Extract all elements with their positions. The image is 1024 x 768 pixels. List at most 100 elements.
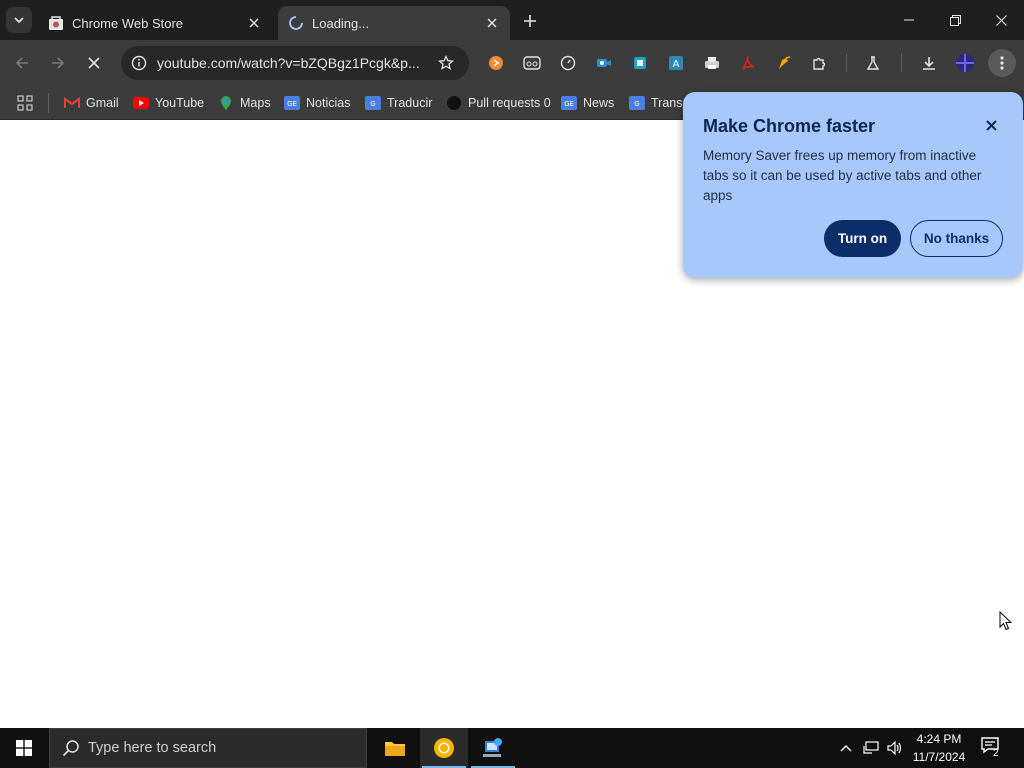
translate-icon: G	[365, 95, 381, 111]
bookmark-youtube[interactable]: YouTube	[133, 92, 204, 114]
show-hidden-icons-button[interactable]	[836, 728, 856, 768]
close-icon	[985, 119, 997, 131]
extension-speedometer-icon[interactable]	[557, 52, 579, 74]
extension-font-icon[interactable]: A	[665, 52, 687, 74]
chrome-taskbar-button[interactable]	[420, 728, 468, 768]
forward-button[interactable]	[44, 49, 72, 77]
chrome-web-store-icon	[48, 15, 64, 31]
taskbar-search[interactable]: Type here to search	[49, 728, 367, 768]
tab-loading[interactable]: Loading...	[278, 6, 510, 40]
svg-text:A: A	[673, 59, 680, 70]
promo-title: Make Chrome faster	[703, 116, 876, 136]
no-thanks-button[interactable]: No thanks	[910, 220, 1003, 257]
bookmark-news[interactable]: GE News	[561, 92, 614, 114]
tab-title: Chrome Web Store	[72, 15, 184, 31]
bookmark-label: Traducir	[387, 96, 433, 110]
extension-acrobat-icon[interactable]	[737, 52, 759, 74]
volume-icon[interactable]	[884, 728, 906, 768]
address-bar[interactable]: youtube.com/watch?v=bZQBgz1Pcgk&p...	[121, 46, 469, 80]
loading-spinner-icon	[288, 15, 304, 31]
bookmark-maps[interactable]: Maps	[218, 92, 271, 114]
profile-avatar[interactable]	[954, 52, 976, 74]
chevron-up-icon	[840, 745, 852, 752]
network-tray-icon[interactable]	[860, 728, 882, 768]
bookmark-label: Gmail	[86, 96, 119, 110]
extension-screenshot-icon[interactable]	[629, 52, 651, 74]
search-icon	[62, 739, 80, 757]
close-window-button[interactable]	[978, 0, 1024, 40]
site-info-icon[interactable]	[127, 51, 151, 75]
windows-logo-icon	[16, 740, 32, 756]
bookmark-label: YouTube	[155, 96, 205, 110]
bookmark-translate[interactable]: G Transl	[629, 92, 683, 114]
promo-close-button[interactable]	[980, 114, 1002, 136]
apps-button[interactable]	[17, 92, 33, 114]
memory-saver-promo: Make Chrome faster Memory Saver frees up…	[683, 92, 1023, 278]
search-placeholder: Type here to search	[88, 740, 217, 756]
stop-loading-button[interactable]	[80, 49, 108, 77]
bookmark-gmail[interactable]: Gmail	[64, 92, 119, 114]
start-button[interactable]	[0, 728, 48, 768]
clock-time: 4:24 PM	[916, 732, 962, 746]
minimize-button[interactable]	[886, 0, 932, 40]
url-text[interactable]: youtube.com/watch?v=bZQBgz1Pcgk&p...	[157, 55, 425, 71]
maps-icon	[218, 95, 234, 111]
network-app-taskbar-button[interactable]	[469, 728, 517, 768]
bookmark-label: Noticias	[306, 96, 351, 110]
bookmarks-separator	[48, 93, 49, 113]
more-vertical-icon	[1000, 56, 1004, 70]
svg-text:G: G	[370, 100, 375, 108]
chrome-menu-button[interactable]	[988, 49, 1016, 77]
bookmark-pull-requests[interactable]: Pull requests 0	[446, 92, 551, 114]
news-icon: GE	[284, 95, 300, 111]
bookmark-label: Pull requests 0	[468, 96, 551, 110]
extension-pen-icon[interactable]	[773, 52, 795, 74]
network-computer-icon	[483, 738, 502, 757]
back-button[interactable]	[8, 49, 36, 77]
minimize-icon	[904, 19, 914, 21]
clock-date: 11/7/2024	[912, 750, 966, 764]
mouse-cursor-icon	[999, 610, 1013, 636]
folder-icon	[385, 742, 405, 756]
tab-strip: Chrome Web Store Loading...	[0, 0, 1024, 40]
bookmark-label: Maps	[240, 96, 271, 110]
promo-body: Memory Saver frees up memory from inacti…	[703, 148, 982, 203]
close-tab-icon[interactable]	[482, 13, 502, 33]
forward-arrow-icon	[52, 57, 65, 69]
youtube-icon	[133, 95, 149, 111]
tab-search-button[interactable]	[6, 7, 32, 33]
notification-count-badge: 2	[993, 748, 999, 759]
gmail-icon	[64, 95, 80, 111]
download-icon[interactable]	[918, 52, 940, 74]
taskbar-clock[interactable]: 4:24 PM 11/7/2024	[905, 730, 973, 766]
extensions-puzzle-icon[interactable]	[809, 52, 831, 74]
svg-text:G: G	[634, 100, 639, 108]
turn-on-button[interactable]: Turn on	[824, 220, 901, 257]
restore-button[interactable]	[932, 0, 978, 40]
new-tab-button[interactable]	[518, 9, 542, 33]
bookmark-star-icon[interactable]	[434, 51, 458, 75]
file-explorer-taskbar-button[interactable]	[371, 728, 419, 768]
close-icon	[88, 57, 100, 69]
bookmark-label: Transl	[651, 96, 683, 110]
extension-printer-icon[interactable]	[701, 52, 723, 74]
close-icon	[995, 14, 1007, 26]
bookmark-traducir[interactable]: G Traducir	[365, 92, 432, 114]
labs-flask-icon[interactable]	[862, 52, 884, 74]
extension-camera-icon[interactable]	[593, 52, 615, 74]
tab-chrome-web-store[interactable]: Chrome Web Store	[38, 6, 272, 40]
chrome-icon	[434, 738, 454, 758]
close-tab-icon[interactable]	[244, 13, 264, 33]
svg-text:GE: GE	[564, 100, 574, 108]
extension-glasses-icon[interactable]	[521, 52, 543, 74]
chevron-down-icon	[14, 17, 24, 24]
extension-orange-icon[interactable]	[485, 52, 507, 74]
toolbar-separator	[901, 54, 902, 72]
bookmark-noticias[interactable]: GE Noticias	[284, 92, 350, 114]
toolbar: youtube.com/watch?v=bZQBgz1Pcgk&p... A	[0, 40, 1024, 86]
translate-icon: G	[629, 95, 645, 111]
back-arrow-icon	[15, 57, 28, 69]
windows-taskbar: Type here to search 4:24 PM 11/7/2024 2	[0, 728, 1024, 768]
news-icon: GE	[561, 95, 577, 111]
toolbar-separator	[846, 54, 847, 72]
